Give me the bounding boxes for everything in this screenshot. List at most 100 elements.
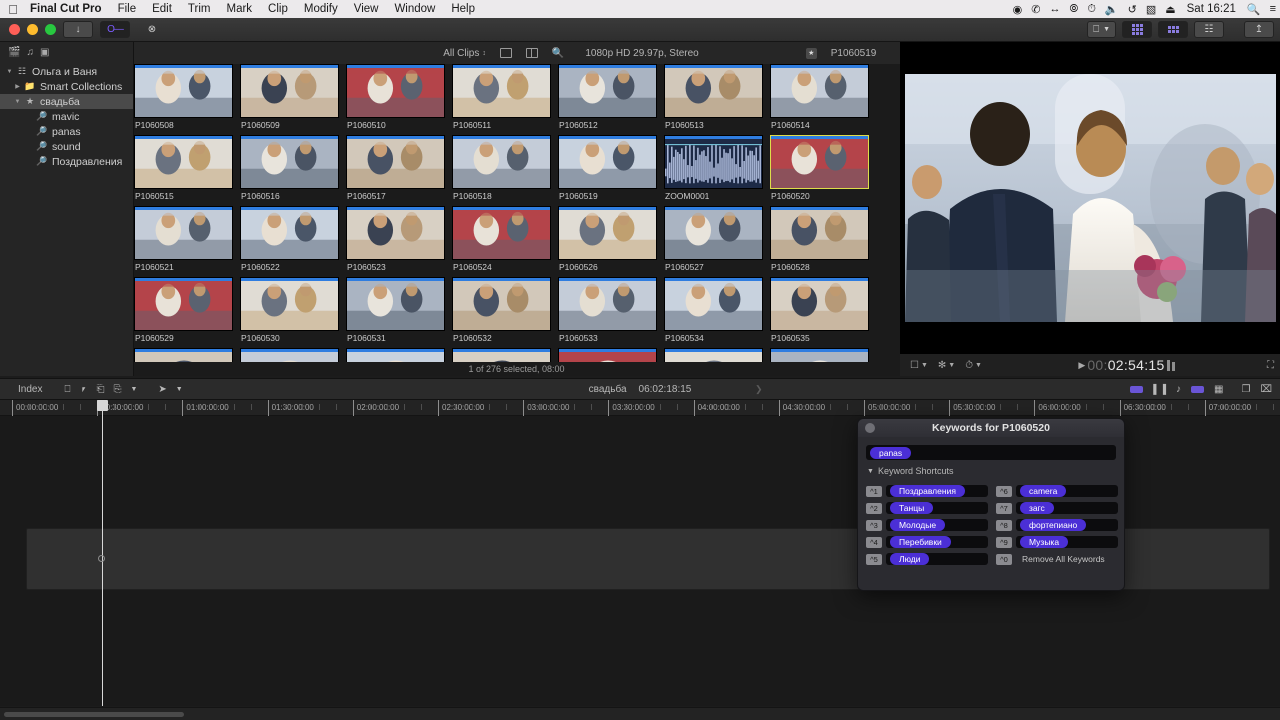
keyword-shortcut-row[interactable]: ^6 camera [996, 485, 1118, 497]
browser-clip[interactable]: P1060508 [134, 64, 233, 130]
clip-filter-button[interactable]: All Clips ↕ [436, 48, 493, 59]
inspector-button[interactable]: ☷ [1194, 21, 1224, 38]
keyword-shortcut-slot[interactable]: Музыка [1016, 536, 1118, 548]
chevron-right-icon[interactable]: ❯ [755, 384, 763, 395]
keyword-shortcut-slot[interactable]: camera [1016, 485, 1118, 497]
menu-item-window[interactable]: Window [386, 3, 443, 15]
keyword-shortcut-slot[interactable]: Танцы [886, 502, 988, 514]
browser-clip[interactable]: P1060523 [346, 206, 445, 272]
cleaner-icon[interactable]: ⦾ [1070, 3, 1079, 16]
crop-transform-button[interactable]: ☐ ▼ [906, 360, 932, 371]
menu-clock[interactable]: Sat 16:21 [1185, 3, 1238, 15]
keyword-tag[interactable]: Люди [890, 553, 930, 565]
clip-thumbnail-frame[interactable] [558, 135, 657, 189]
clip-thumbnail-frame[interactable] [664, 64, 763, 118]
sidebar-item-0[interactable]: ▼ ☷ Ольга и Ваня [0, 64, 133, 79]
phone-icon[interactable]: ✆ [1031, 3, 1040, 16]
keyword-shortcut-row[interactable]: ^7 загс [996, 502, 1118, 514]
browser-clip[interactable]: P1060511 [452, 64, 551, 130]
clip-thumbnail-frame[interactable] [346, 135, 445, 189]
select-tool-icon[interactable]: ➤ [146, 384, 166, 395]
clip-thumbnail-frame[interactable] [452, 206, 551, 260]
screens-button[interactable]: ⎕ ▼ [1087, 21, 1116, 38]
keyword-tag[interactable]: загс [1020, 502, 1054, 514]
teamviewer-icon[interactable]: ↔ [1050, 3, 1061, 15]
clip-thumbnail-frame[interactable] [452, 135, 551, 189]
clip-thumbnail-frame[interactable] [558, 64, 657, 118]
clip-thumbnail-frame[interactable] [134, 64, 233, 118]
sidebar-item-3[interactable]: 🔎 mavic [0, 109, 133, 124]
keyword-tag[interactable]: Молодые [890, 519, 946, 531]
keyword-editor-button[interactable]: O— [100, 21, 130, 38]
menu-item-edit[interactable]: Edit [144, 3, 180, 15]
sidebar-item-1[interactable]: ▶ 📁 Smart Collections [0, 79, 133, 94]
menu-item-help[interactable]: Help [443, 3, 483, 15]
index-button[interactable]: Index [0, 384, 58, 395]
flag-icon[interactable]: ▧ [1146, 3, 1156, 16]
keyword-shortcut-row[interactable]: ^1 Поздравления [866, 485, 988, 497]
search-icon[interactable]: 🔍 [1247, 3, 1261, 16]
color-board-button[interactable]: ✻ ▼ [934, 360, 959, 371]
browser-clip[interactable]: P1060510 [346, 64, 445, 130]
sidebar-item-6[interactable]: 🔎 Поздравления [0, 154, 133, 169]
volume-icon[interactable]: 🔈 [1105, 3, 1119, 16]
timeline-toggle-button[interactable] [1158, 21, 1188, 38]
keyword-tag[interactable]: Поздравления [890, 485, 965, 497]
clip-thumbnail-frame[interactable] [664, 135, 763, 189]
clip-thumbnail-frame[interactable] [452, 64, 551, 118]
applied-keywords-field[interactable]: panas [866, 445, 1116, 460]
keyword-tag[interactable]: Танцы [890, 502, 934, 514]
browser-clip[interactable]: P1060514 [770, 64, 869, 130]
browser-clip[interactable]: P1060517 [346, 135, 445, 201]
browser-clip[interactable]: P1060534 [664, 277, 763, 343]
browser-clip[interactable]: P1060530 [240, 277, 339, 343]
keyword-shortcuts-header[interactable]: ▼ Keyword Shortcuts [867, 466, 1124, 476]
keyword-shortcut-row[interactable]: ^4 Перебивки [866, 536, 988, 548]
sidebar-item-4[interactable]: 🔎 panas [0, 124, 133, 139]
clip-thumbnail-frame[interactable] [134, 277, 233, 331]
sidebar-item-5[interactable]: 🔎 sound [0, 139, 133, 154]
keyword-tag-applied[interactable]: panas [870, 446, 912, 459]
browser-clip[interactable]: P1060512 [558, 64, 657, 130]
keyword-tag[interactable]: Перебивки [890, 536, 951, 548]
clip-thumbnail-frame[interactable] [240, 64, 339, 118]
browser-clip[interactable]: P1060521 [134, 206, 233, 272]
clip-thumbnail-frame[interactable] [240, 206, 339, 260]
menu-item-app[interactable]: Final Cut Pro [26, 3, 110, 15]
disclosure-triangle-icon[interactable]: ▼ [12, 99, 23, 105]
keyword-tag[interactable]: camera [1020, 485, 1067, 497]
keyword-shortcut-row[interactable]: ^8 фортепиано [996, 519, 1118, 531]
browser-clip[interactable]: ZOOM0001 [664, 135, 763, 201]
timemachine-icon[interactable]: ↺ [1128, 3, 1137, 16]
clip-height-icon[interactable]: ▦ [1214, 384, 1223, 395]
connect-icon[interactable]: ⎗ [96, 384, 104, 395]
sidebar-item-2[interactable]: ▼ ★ свадьба [0, 94, 133, 109]
browser-clip[interactable]: P1060513 [664, 64, 763, 130]
browser-clip[interactable]: P1060522 [240, 206, 339, 272]
clip-thumbnail-frame[interactable] [770, 135, 869, 189]
browser-search-button[interactable]: 🔍 [545, 48, 571, 59]
browser-clip[interactable]: P1060533 [558, 277, 657, 343]
playhead-handle[interactable] [97, 400, 108, 411]
menu-item-view[interactable]: View [346, 3, 387, 15]
record-icon[interactable]: ◉ [1013, 3, 1023, 16]
media-icon[interactable]: ♫ [26, 47, 34, 58]
browser-clip[interactable]: P1060509 [240, 64, 339, 130]
clip-thumbnail-frame[interactable] [134, 206, 233, 260]
menu-item-trim[interactable]: Trim [180, 3, 219, 15]
snapping-icon[interactable]: ❐ [1234, 384, 1251, 395]
clip-thumbnail-frame[interactable] [770, 206, 869, 260]
clip-thumbnail-frame[interactable] [346, 277, 445, 331]
clip-appearance-icon[interactable] [1130, 385, 1144, 393]
clip-thumbnail-frame[interactable] [558, 277, 657, 331]
browser-clip[interactable]: P1060532 [452, 277, 551, 343]
keyword-shortcut-row[interactable]: ^5 Люди [866, 553, 988, 565]
timeline-ruler[interactable]: 00:00:00:00 00:30:00:00 01:00:00:00 01:30:0… [0, 400, 1280, 416]
sync-clips-button[interactable]: ⊗ [137, 21, 167, 38]
chevron-down-icon[interactable]: ▼ [176, 386, 183, 393]
menu-item-mark[interactable]: Mark [218, 3, 260, 15]
keyword-shortcut-row[interactable]: ^9 Музыка [996, 536, 1118, 548]
remove-all-keywords-button[interactable]: Remove All Keywords [1016, 553, 1118, 565]
browser-clip[interactable]: P1060524 [452, 206, 551, 272]
disclosure-triangle-icon[interactable]: ▶ [12, 83, 23, 90]
